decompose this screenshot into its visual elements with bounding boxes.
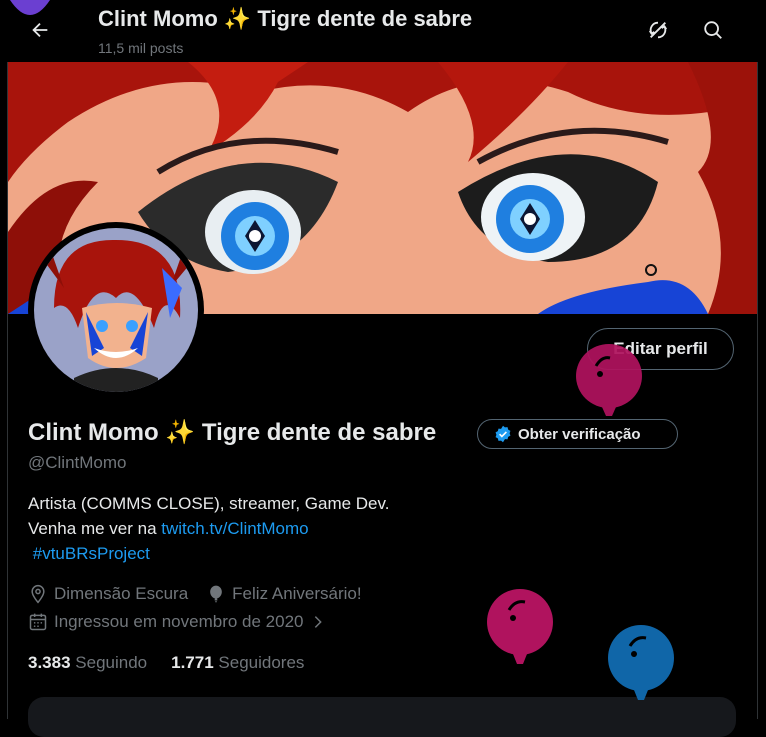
joined-item: Ingressou em novembro de 2020 [28, 612, 326, 632]
verified-badge-icon [495, 425, 511, 443]
birthday-text: Feliz Aniversário! [232, 584, 362, 603]
avatar[interactable] [34, 228, 198, 392]
twitch-link[interactable]: twitch.tv/ClintMomo [161, 519, 308, 538]
post-count: 11,5 mil posts [98, 40, 184, 56]
location-icon [31, 584, 45, 604]
follow-stats: 3.383 Seguindo 1.771 Seguidores [28, 653, 304, 673]
bio-line-1: Artista (COMMS CLOSE), streamer, Game De… [28, 494, 390, 513]
calendar-icon [29, 613, 47, 631]
following-label: Seguindo [75, 653, 148, 672]
profile-header: Clint Momo ✨ Tigre dente de sabre 11,5 m… [0, 0, 766, 62]
chevron-right-icon [314, 616, 322, 628]
balloon-blue [608, 625, 674, 700]
column-border-right [757, 62, 758, 719]
location-text: Dimensão Escura [54, 584, 189, 603]
joined-row[interactable]: Ingressou em novembro de 2020 [28, 612, 326, 632]
bio-line-2-text: Venha me ver na [28, 519, 162, 538]
back-arrow-icon [32, 22, 48, 38]
balloon-birthday-icon [210, 585, 223, 603]
get-verified-label: Obter verificação [518, 425, 641, 443]
followers-link[interactable]: 1.771 Seguidores [171, 653, 304, 673]
bio: Artista (COMMS CLOSE), streamer, Game De… [28, 491, 389, 566]
location-item: Dimensão Escura [28, 584, 188, 604]
followers-count: 1.771 [171, 653, 214, 672]
birthday-item: Feliz Aniversário! [206, 584, 362, 604]
hashtag-link[interactable]: #vtuBRsProject [33, 544, 150, 563]
search-icon [704, 21, 722, 39]
no-sync-icon [648, 21, 668, 39]
profile-meta: Dimensão Escura Feliz Aniversário! [28, 584, 362, 604]
joined-text: Ingressou em novembro de 2020 [54, 612, 304, 631]
following-count: 3.383 [28, 653, 71, 672]
balloon-purple [10, 0, 50, 15]
search-button[interactable] [696, 13, 730, 47]
balloon-pink-top [576, 344, 642, 416]
followers-label: Seguidores [218, 653, 305, 672]
balloon-pink-bottom [487, 589, 553, 664]
sync-button[interactable] [641, 13, 675, 47]
user-handle: @ClintMomo [28, 453, 127, 472]
header-title: Clint Momo ✨ Tigre dente de sabre [98, 6, 473, 31]
display-name: Clint Momo ✨ Tigre dente de sabre [28, 419, 437, 446]
following-link[interactable]: 3.383 Seguindo [28, 653, 147, 673]
